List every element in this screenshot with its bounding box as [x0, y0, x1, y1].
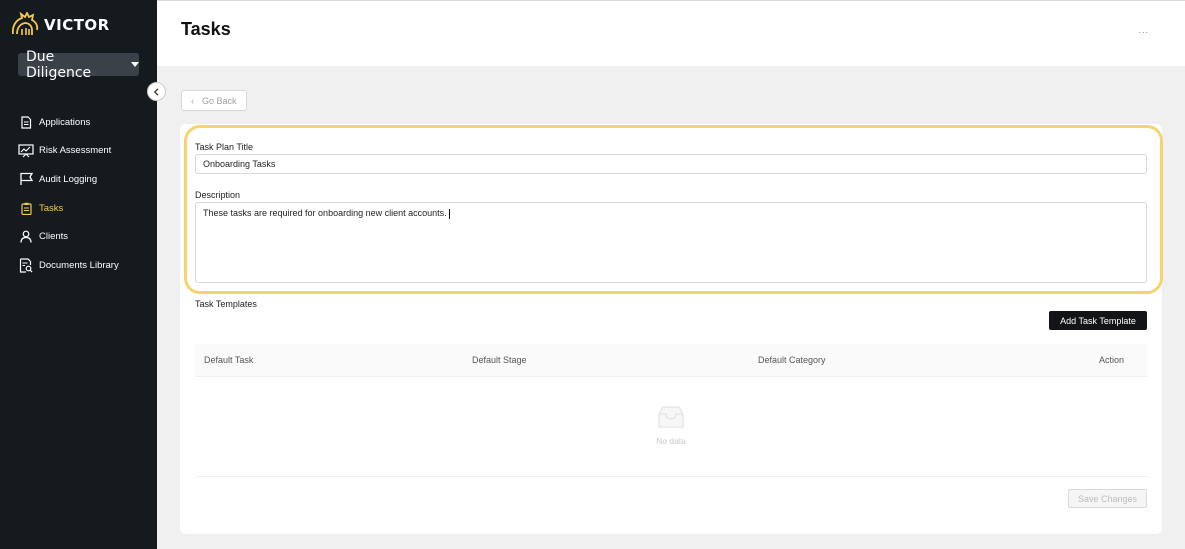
module-dropdown[interactable]: Due Diligence [18, 49, 139, 81]
column-header-default-task[interactable]: Default Task [204, 355, 253, 365]
task-templates-label: Task Templates [195, 299, 257, 309]
sidebar-item-label: Clients [39, 231, 69, 243]
chevron-left-icon [153, 87, 159, 96]
sidebar-item-clients[interactable]: Clients [0, 222, 157, 251]
collapse-sidebar-button[interactable] [147, 82, 166, 101]
chevron-left-icon: ‹ [191, 95, 194, 106]
column-header-action[interactable]: Action [1099, 355, 1124, 365]
text-cursor [448, 208, 450, 219]
sidebar-nav: Applications Risk Assessment Audit Loggi… [0, 108, 157, 280]
no-data-text: No data [656, 436, 686, 446]
go-back-label: Go Back [202, 95, 237, 106]
brand-logo[interactable]: VICTOR [10, 12, 110, 38]
task-plan-title-input[interactable]: Onboarding Tasks [195, 154, 1147, 174]
templates-table-empty: No data [195, 377, 1147, 477]
templates-table-header: Default Task Default Stage Default Categ… [195, 344, 1147, 377]
lion-logo-icon [11, 12, 39, 35]
sidebar-item-risk-assessment[interactable]: Risk Assessment [0, 137, 157, 166]
sidebar-item-audit-logging[interactable]: Audit Logging [0, 165, 157, 194]
sidebar-item-label: Documents Library [39, 259, 119, 271]
description-textarea[interactable]: These tasks are required for onboarding … [195, 202, 1147, 283]
column-header-default-stage[interactable]: Default Stage [472, 355, 527, 365]
sidebar-item-label: Tasks [39, 202, 64, 214]
page-title: Tasks [181, 19, 231, 39]
column-header-default-category[interactable]: Default Category [758, 355, 826, 365]
more-options-icon[interactable]: ... [1138, 25, 1149, 35]
sidebar-item-applications[interactable]: Applications [0, 108, 157, 137]
sidebar-item-label: Risk Assessment [39, 145, 112, 157]
empty-inbox-icon [658, 406, 684, 428]
chart-board-icon [18, 143, 34, 159]
description-label: Description [195, 190, 241, 200]
flag-icon [18, 171, 34, 187]
document-search-icon [18, 257, 34, 273]
save-changes-button[interactable]: Save Changes [1068, 489, 1147, 508]
task-plan-title-label: Task Plan Title [195, 142, 254, 152]
add-task-template-button[interactable]: Add Task Template [1049, 311, 1147, 330]
sidebar-item-documents-library[interactable]: Documents Library [0, 251, 157, 280]
brand-name: VICTOR [44, 16, 110, 34]
go-back-button[interactable]: ‹ Go Back [181, 90, 247, 111]
caret-down-icon [131, 62, 139, 67]
sidebar-item-label: Audit Logging [39, 173, 98, 185]
document-icon [18, 114, 34, 130]
module-dropdown-value: Due Diligence [26, 48, 92, 81]
clipboard-icon [18, 200, 34, 216]
page-header: Tasks ... [157, 0, 1185, 66]
description-value: These tasks are required for onboarding … [203, 208, 447, 218]
task-plan-title-value: Onboarding Tasks [203, 159, 276, 169]
sidebar: VICTOR Due Diligence Applications Risk A… [0, 0, 157, 549]
sidebar-item-label: Applications [39, 116, 91, 128]
user-icon [18, 229, 34, 245]
sidebar-item-tasks[interactable]: Tasks [0, 194, 157, 223]
